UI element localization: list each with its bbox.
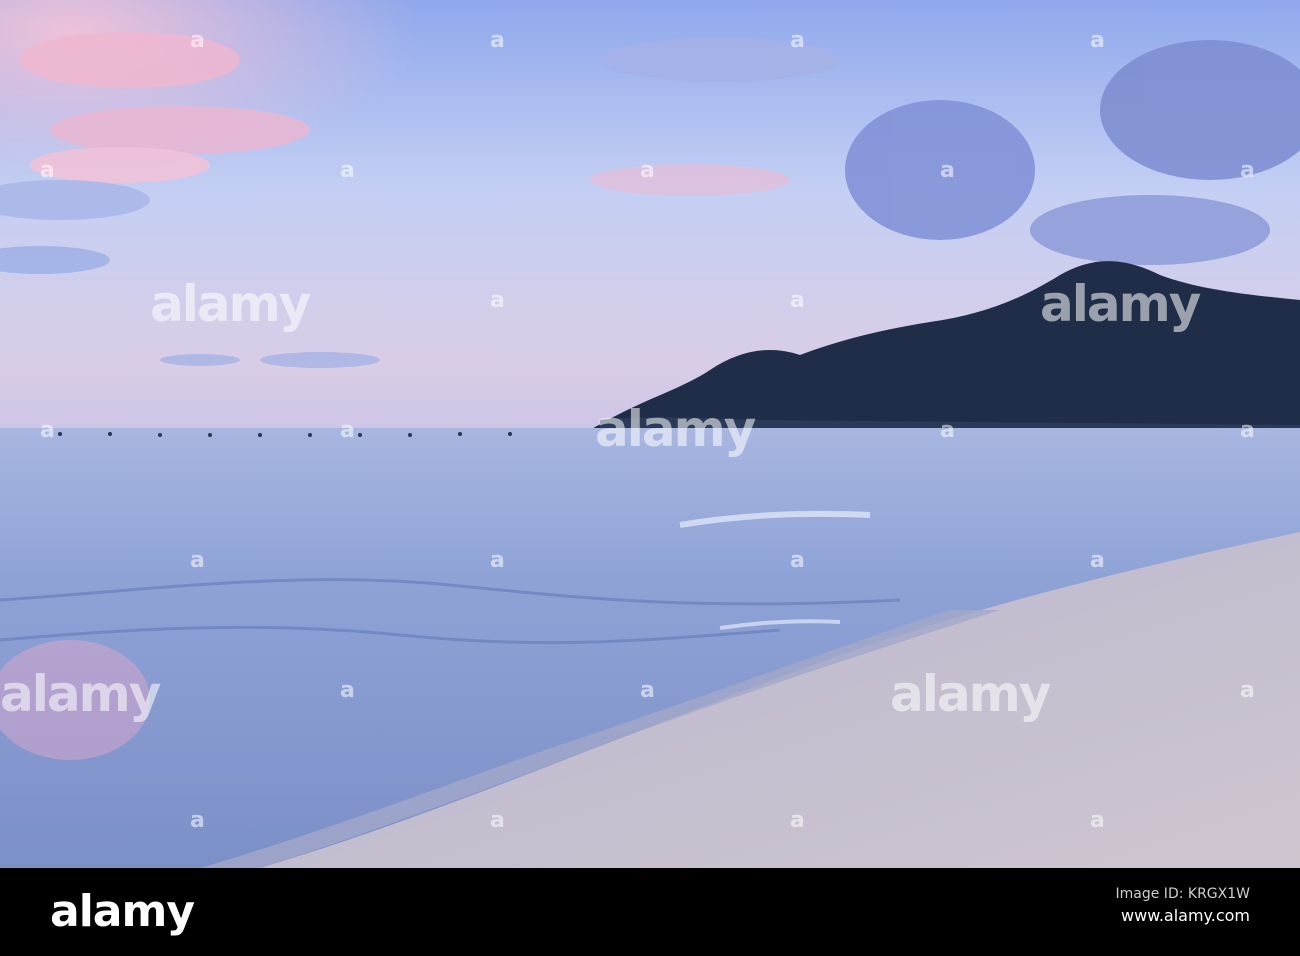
watermark-mark: a: [490, 28, 505, 53]
watermark-text: alamy: [0, 665, 161, 723]
watermark-mark: a: [340, 678, 355, 703]
watermark-mark: a: [190, 548, 205, 573]
alamy-logo[interactable]: alamy: [50, 886, 195, 937]
watermark-text: alamy: [150, 275, 311, 333]
watermark-mark: a: [640, 158, 655, 183]
watermark-mark: a: [1090, 808, 1105, 833]
watermark-mark: a: [940, 158, 955, 183]
stock-footer: alamy Image ID: KRGX1W www.alamy.com: [0, 868, 1300, 956]
watermark-mark: a: [40, 418, 55, 443]
watermark-text: alamy: [1040, 275, 1201, 333]
site-url[interactable]: www.alamy.com: [1116, 906, 1250, 925]
watermark-mark: a: [790, 28, 805, 53]
watermark-mark: a: [490, 288, 505, 313]
image-info: Image ID: KRGX1W www.alamy.com: [1116, 886, 1250, 925]
watermark-mark: a: [790, 808, 805, 833]
watermark-mark: a: [340, 418, 355, 443]
watermark-mark: a: [790, 548, 805, 573]
beach-photo: alamy alamy alamy alamy alamy a a a a a …: [0, 0, 1300, 868]
watermark-mark: a: [1090, 548, 1105, 573]
watermark-mark: a: [1240, 418, 1255, 443]
watermark-mark: a: [340, 158, 355, 183]
watermark-mark: a: [190, 808, 205, 833]
watermark-mark: a: [40, 158, 55, 183]
watermark-text: alamy: [595, 400, 756, 458]
watermark-mark: a: [640, 678, 655, 703]
watermark-mark: a: [1240, 158, 1255, 183]
watermark-mark: a: [490, 548, 505, 573]
watermark-mark: a: [1090, 28, 1105, 53]
watermark-text: alamy: [890, 665, 1051, 723]
watermark-mark: a: [940, 418, 955, 443]
watermark-mark: a: [790, 288, 805, 313]
watermark-mark: a: [1240, 678, 1255, 703]
image-id: Image ID: KRGX1W: [1115, 886, 1250, 902]
watermark-mark: a: [490, 808, 505, 833]
watermark-mark: a: [190, 28, 205, 53]
